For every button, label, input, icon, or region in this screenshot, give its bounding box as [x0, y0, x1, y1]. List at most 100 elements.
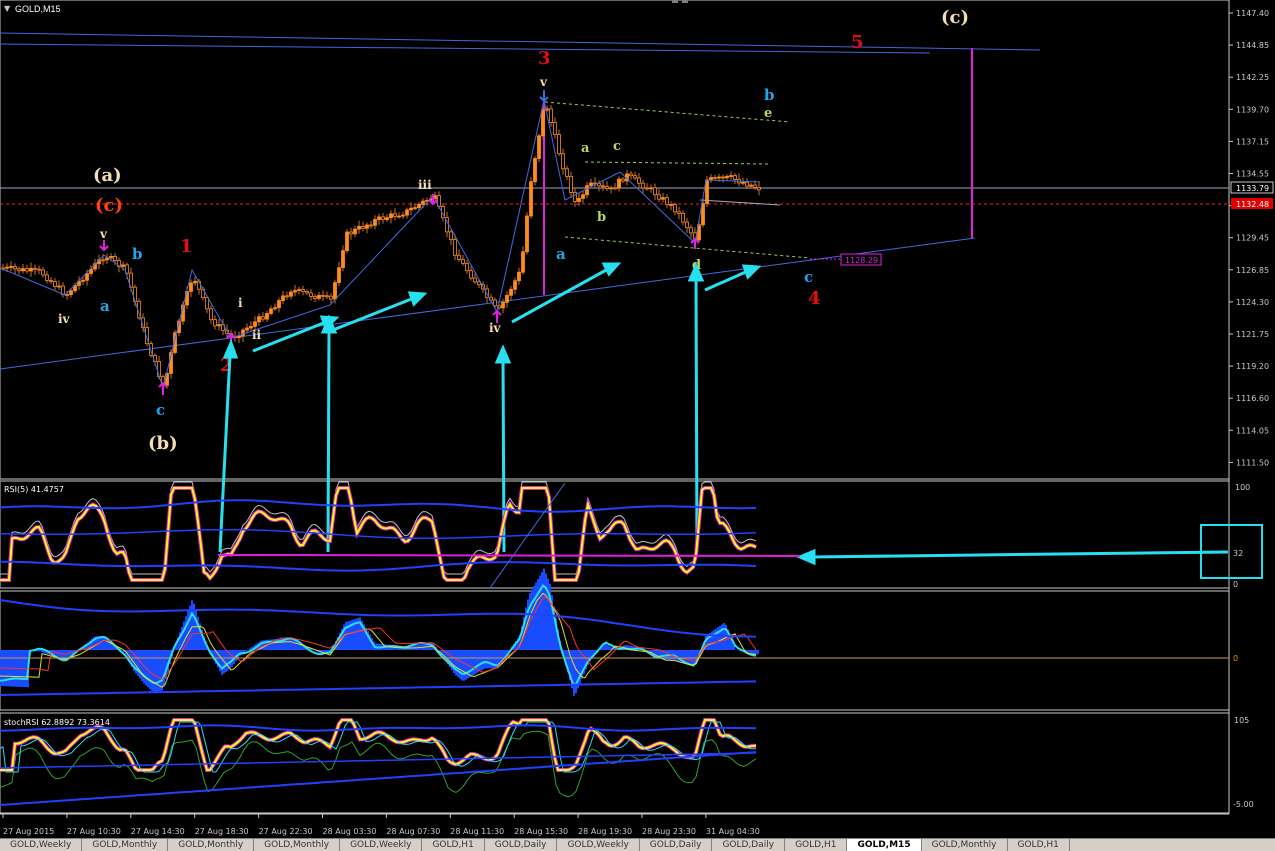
candle-body [385, 217, 389, 220]
time-tick-label: 28 Aug 07:30 [386, 827, 440, 836]
wave-label-a-paren: (a) [93, 165, 122, 186]
time-tick-label: 31 Aug 04:30 [706, 827, 760, 836]
macd-zero-marker: 0 [1233, 654, 1238, 663]
candle-body [69, 290, 73, 295]
wave-label-a-left: a [100, 297, 110, 315]
candle-body [421, 200, 425, 205]
candle-body [717, 176, 721, 179]
candle-body [337, 267, 341, 284]
wave-label-ii: ii [252, 328, 262, 342]
price-tick-label: 1116.60 [1236, 394, 1269, 403]
candle-body [41, 269, 45, 276]
candle-body [313, 296, 317, 299]
wave-label-4: 4 [808, 288, 821, 309]
candle-body [373, 219, 377, 226]
time-tick-label: 28 Aug 11:30 [450, 827, 504, 836]
price-tick-label: 1134.55 [1236, 170, 1269, 179]
candle-body [21, 268, 25, 272]
candle-body [521, 251, 525, 273]
candle-body [745, 181, 749, 187]
wave-label-a-green: a [581, 141, 590, 156]
price-tick-label: 1121.75 [1236, 330, 1269, 339]
chart-tab[interactable]: GOLD,M15 [847, 839, 922, 851]
wave-label-c-paren-top: (c) [941, 7, 969, 28]
candle-body [749, 184, 753, 187]
chart-tab[interactable]: GOLD,H1 [422, 839, 485, 851]
current-price-label: 1133.79 [1236, 184, 1269, 193]
candle-body [689, 227, 693, 234]
candle-body [549, 108, 553, 123]
candle-body [561, 153, 565, 170]
price-tick-label: 1126.85 [1236, 266, 1269, 275]
chart-tab[interactable]: GOLD,Weekly [557, 839, 640, 851]
chart-tab[interactable]: GOLD,Monthly [82, 839, 169, 851]
candle-body [301, 289, 305, 292]
chart-tab[interactable]: GOLD,Monthly [254, 839, 341, 851]
wave-label-iv-mid: iv [489, 321, 502, 335]
chart-tab-bar[interactable]: GOLD,Weekly GOLD,Monthly GOLD,Monthly GOLD,… [0, 838, 1275, 851]
chart-tab[interactable]: GOLD,Monthly [168, 839, 255, 851]
chart-stage[interactable]: ▼ GOLD,M15 1147.401144.851142.251139.701… [0, 0, 1275, 850]
candle-body [449, 231, 453, 240]
candle-body [617, 178, 621, 189]
candle-body [369, 224, 373, 227]
candle-body [517, 271, 521, 282]
price-axis: 1147.40 1144.85 1142.25 1139.70 1137.15 1134.… [1229, 9, 1269, 467]
candle-body [241, 329, 245, 337]
wave-label-a-blue: a [556, 245, 566, 263]
candle-body [345, 231, 349, 252]
wave-label-c-blue: c [804, 268, 813, 286]
candle-body [629, 173, 633, 177]
candle-body [605, 186, 609, 189]
candle-body [393, 213, 397, 217]
price-tick-label: 1111.50 [1236, 458, 1269, 467]
chart-tab[interactable]: GOLD,Daily [485, 839, 558, 851]
candle-body [113, 256, 117, 261]
chart-tab[interactable]: GOLD,Daily [640, 839, 713, 851]
candle-body [25, 268, 29, 272]
candle-body [357, 226, 361, 230]
stochrsi-level-low: -5.00 [1233, 800, 1254, 809]
wave-label-3: 3 [538, 48, 551, 69]
candle-body [13, 266, 17, 270]
candle-body [5, 266, 9, 269]
menu-arrow-icon[interactable]: ▼ [4, 4, 11, 13]
chart-tab[interactable]: GOLD,Weekly [340, 839, 423, 851]
candle-body [653, 187, 657, 196]
candle-body [49, 280, 53, 282]
candle-body [257, 316, 261, 323]
candle-body [305, 291, 309, 294]
candle-body [297, 289, 301, 291]
time-tick-label: 28 Aug 19:30 [578, 827, 632, 836]
candle-body [317, 294, 321, 299]
candle-body [553, 122, 557, 136]
price-tick-label: 1139.70 [1236, 105, 1269, 114]
candle-body [213, 319, 217, 327]
candle-body [333, 282, 337, 300]
chart-tab[interactable]: GOLD,H1 [1008, 839, 1070, 851]
candle-body [601, 185, 605, 188]
candle-body [589, 182, 593, 187]
candle-body [9, 266, 13, 268]
chart-tab[interactable]: GOLD,H1 [785, 839, 848, 851]
chart-tab[interactable]: GOLD,Weekly [0, 839, 83, 851]
candle-body [57, 285, 61, 288]
price-box-label: 1128.29 [845, 256, 878, 265]
candle-body [469, 270, 473, 279]
wave-label-iv-left: iv [58, 312, 71, 326]
candle-body [81, 279, 85, 282]
candle-body [193, 280, 197, 284]
candle-body [29, 267, 33, 272]
candle-body [613, 187, 617, 190]
candle-body [669, 204, 673, 206]
candle-body [217, 324, 221, 327]
wave-label-c-paren-red: (c) [95, 195, 123, 216]
candle-body [621, 178, 625, 182]
candle-body [505, 294, 509, 303]
chart-tab[interactable]: GOLD,Monthly [922, 839, 1008, 851]
wave-label-1: 1 [180, 236, 193, 257]
candle-body [45, 274, 49, 281]
chart-tab[interactable]: GOLD,Daily [712, 839, 786, 851]
time-tick-label: 27 Aug 18:30 [195, 827, 249, 836]
candle-body [729, 175, 733, 177]
